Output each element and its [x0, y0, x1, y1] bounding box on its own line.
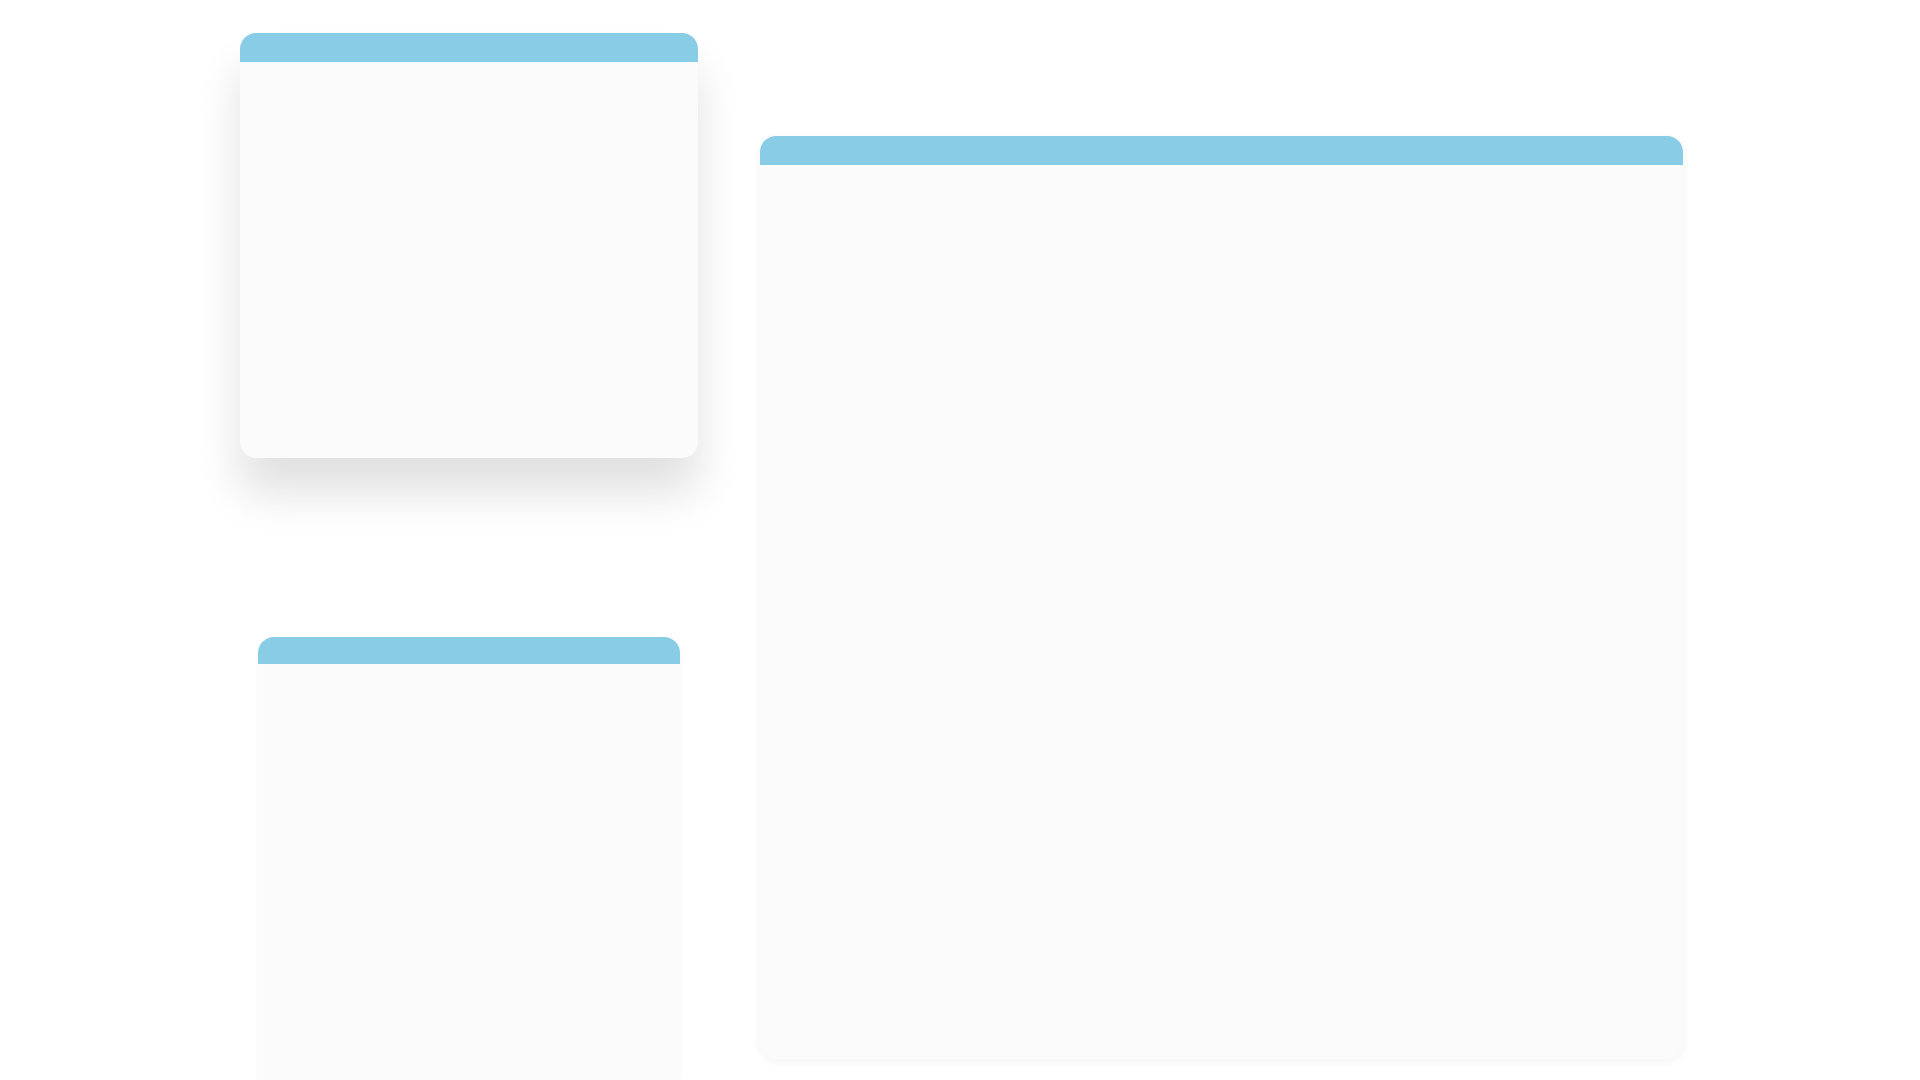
card-panel-bottom-left[interactable]	[258, 637, 680, 1080]
card-panel-right[interactable]	[760, 136, 1683, 1059]
canvas	[0, 0, 1920, 1080]
card-panel-top-left[interactable]	[240, 33, 698, 458]
card-header-bar[interactable]	[760, 136, 1683, 165]
card-header-bar[interactable]	[258, 637, 680, 664]
card-header-bar[interactable]	[240, 33, 698, 62]
